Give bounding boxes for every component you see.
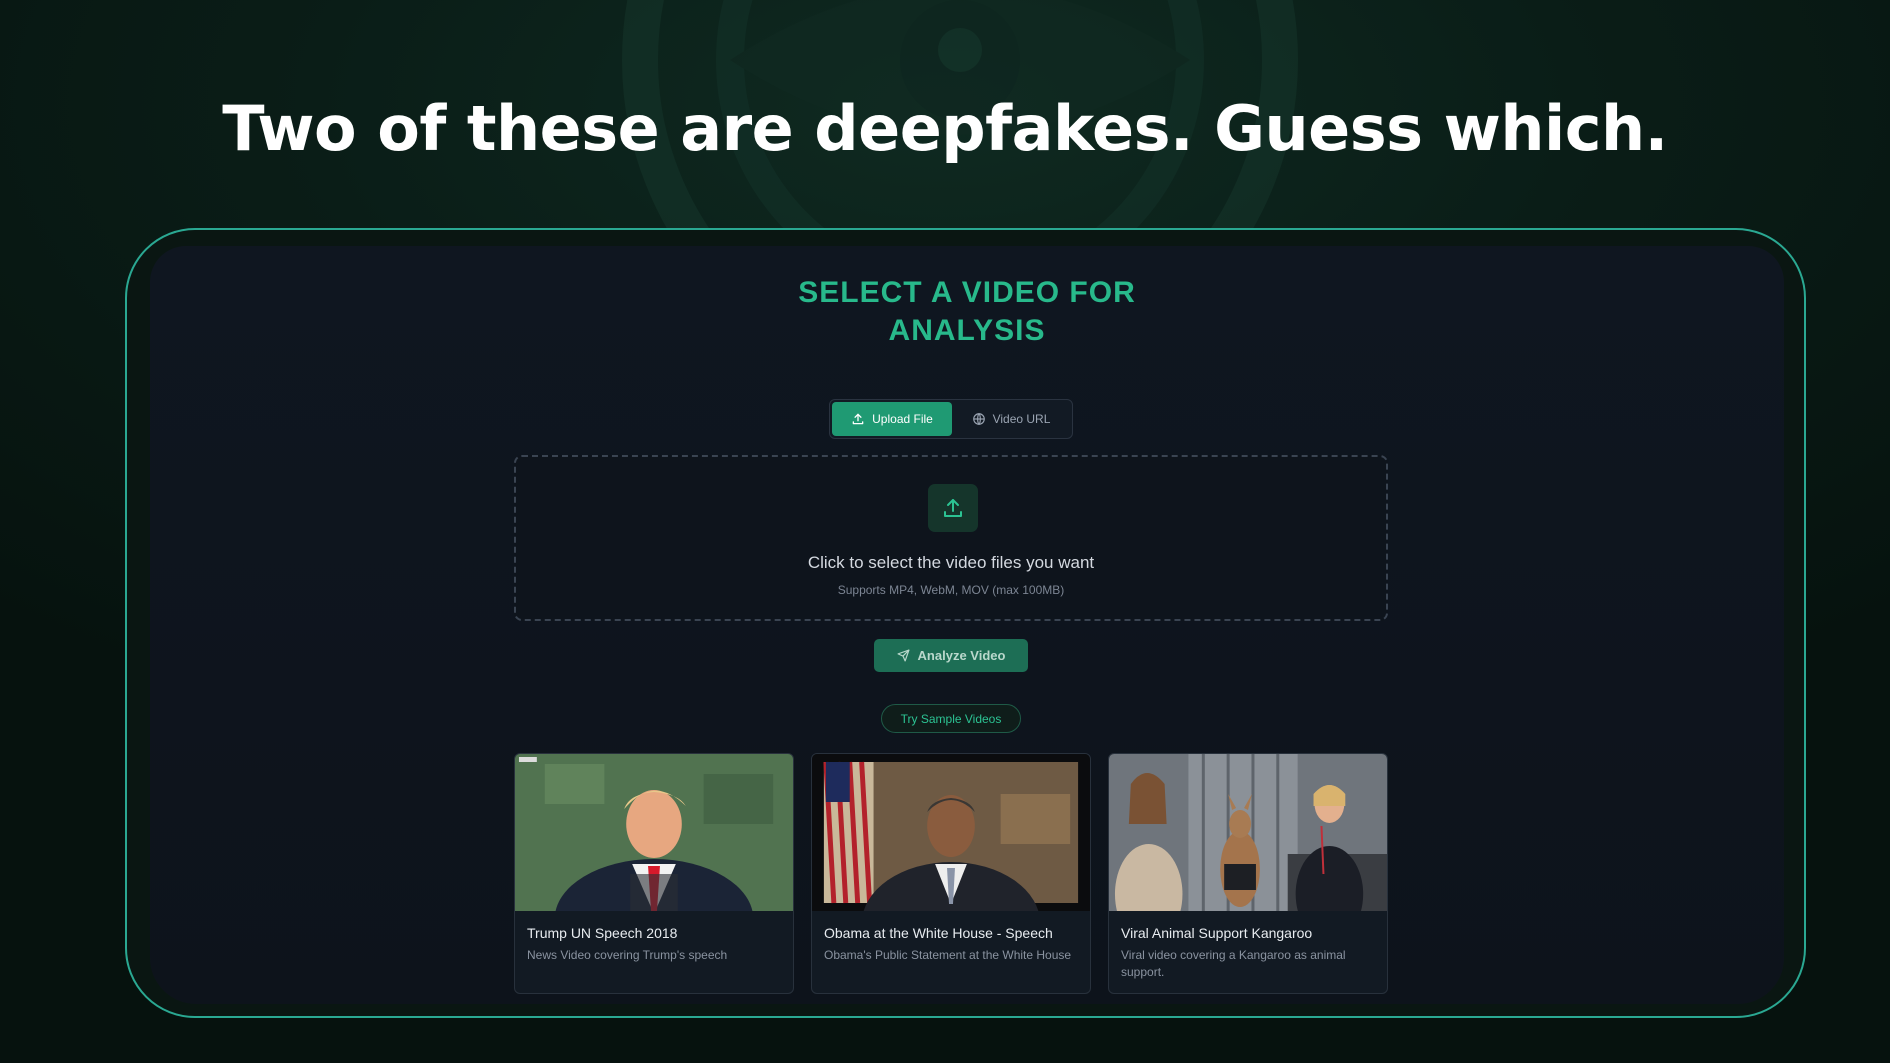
globe-icon xyxy=(972,412,985,426)
sample-video-description: News Video covering Trump's speech xyxy=(527,948,728,962)
drop-zone-title: Click to select the video files you want xyxy=(807,553,1095,572)
upload-icon xyxy=(852,413,864,425)
headline: Two of these are deepfakes. Guess which. xyxy=(222,92,1668,165)
page-title-line-2: ANALYSIS xyxy=(888,314,1046,347)
drop-zone-icon-box xyxy=(928,484,978,532)
sample-video-card[interactable]: Obama at the White House - Speech Obama'… xyxy=(811,753,1091,994)
sample-video-card[interactable]: Trump UN Speech 2018 News Video covering… xyxy=(514,753,794,994)
video-thumbnail-trump xyxy=(515,754,793,911)
analyze-video-label: Analyze Video xyxy=(917,648,1006,663)
source-tabs: Upload File Video URL xyxy=(829,399,1073,439)
tab-video-url[interactable]: Video URL xyxy=(952,402,1070,436)
sample-video-title: Trump UN Speech 2018 xyxy=(527,925,678,941)
tab-upload-file[interactable]: Upload File xyxy=(832,402,952,436)
send-icon xyxy=(897,649,910,662)
sample-video-list: Trump UN Speech 2018 News Video covering… xyxy=(514,753,1388,994)
file-drop-zone[interactable]: Click to select the video files you want… xyxy=(514,455,1388,621)
tab-upload-file-label: Upload File xyxy=(872,412,933,426)
sample-video-title: Obama at the White House - Speech xyxy=(824,925,1053,941)
upload-icon xyxy=(944,499,962,517)
page-title-line-1: SELECT A VIDEO FOR xyxy=(798,276,1136,309)
sample-video-title: Viral Animal Support Kangaroo xyxy=(1121,925,1313,941)
sample-video-description: Viral video covering a Kangaroo as anima… xyxy=(1121,948,1346,979)
tab-video-url-label: Video URL xyxy=(992,412,1051,426)
video-thumbnail-kangaroo xyxy=(1109,754,1387,911)
page-title: SELECT A VIDEO FOR ANALYSIS xyxy=(150,274,1784,350)
drop-zone-subtitle: Supports MP4, WebM, MOV (max 100MB) xyxy=(837,583,1065,597)
try-sample-videos-button[interactable]: Try Sample Videos xyxy=(881,704,1021,733)
sample-video-description: Obama's Public Statement at the White Ho… xyxy=(824,948,1072,962)
video-thumbnail-obama xyxy=(812,754,1090,911)
sample-video-card[interactable]: Viral Animal Support Kangaroo Viral vide… xyxy=(1108,753,1388,994)
app-screen: SELECT A VIDEO FOR ANALYSIS Upload File … xyxy=(150,246,1784,1004)
analyze-video-button[interactable]: Analyze Video xyxy=(874,639,1028,672)
